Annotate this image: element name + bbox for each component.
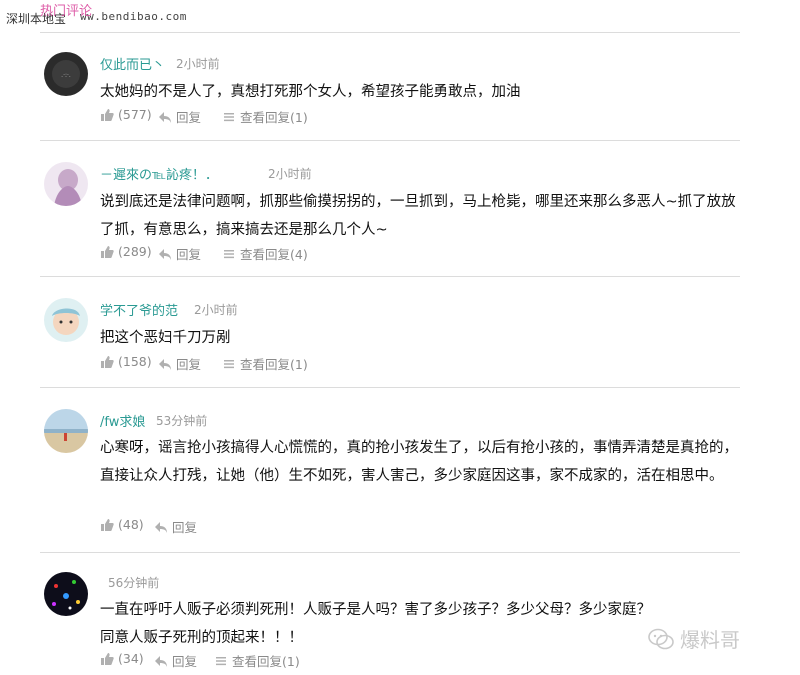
thumbs-up-icon	[101, 108, 114, 121]
comment-time: 2小时前	[268, 167, 312, 181]
like-button[interactable]: (289)	[100, 244, 152, 259]
comment-time: 2小时前	[176, 57, 220, 71]
thumbs-up-icon	[101, 652, 114, 665]
list-icon	[224, 359, 234, 368]
like-button[interactable]: (48)	[100, 517, 144, 532]
like-button[interactable]: (158)	[100, 354, 152, 369]
reply-arrow-icon	[155, 655, 167, 667]
reply-button[interactable]: 回复	[158, 107, 201, 126]
reply-label: 回复	[176, 110, 202, 125]
comment-time: 53分钟前	[156, 414, 208, 428]
avatar[interactable]: .·:·.	[44, 52, 88, 96]
like-button[interactable]: (34)	[100, 651, 144, 666]
view-replies-label: 查看回复(1)	[232, 654, 300, 669]
comment-text: 一直在呼吁人贩子必须判死刑！人贩子是人吗？害了多少孩子？多少父母？多少家庭？同意…	[100, 602, 651, 646]
comment-text: 把这个恶妇千刀万剐	[100, 330, 231, 346]
view-replies-label: 查看回复(1)	[240, 357, 308, 372]
reply-label: 回复	[172, 654, 198, 669]
avatar[interactable]	[44, 162, 88, 206]
reply-arrow-icon	[159, 358, 171, 370]
like-count: (48)	[118, 517, 144, 532]
like-count: (289)	[118, 244, 152, 259]
comment-username[interactable]: －遲來の℡訫疼！．	[100, 164, 218, 183]
avatar[interactable]	[44, 572, 88, 616]
divider	[40, 276, 740, 277]
divider	[40, 387, 740, 388]
thumbs-up-icon	[101, 355, 114, 368]
reply-label: 回复	[176, 357, 202, 372]
comment-username[interactable]: /fw求娘	[100, 411, 145, 430]
divider	[40, 140, 740, 141]
wechat-watermark: 爆料哥	[648, 624, 740, 653]
wechat-icon	[648, 628, 674, 649]
divider	[40, 32, 740, 33]
view-replies-label: 查看回复(4)	[240, 247, 308, 262]
list-icon	[224, 112, 234, 121]
comment-time: 2小时前	[194, 303, 238, 317]
list-icon	[224, 249, 234, 258]
watermark-text: 爆料哥	[680, 628, 740, 652]
view-replies-button[interactable]: 查看回复(1)	[222, 107, 308, 126]
site-url: ww.bendibao.com	[80, 10, 187, 23]
svg-text:.·:·.: .·:·.	[61, 72, 71, 79]
comment-username[interactable]: 仅此而已丶	[100, 54, 165, 73]
list-icon	[216, 656, 226, 665]
thumbs-up-icon	[101, 245, 114, 258]
reply-label: 回复	[176, 247, 202, 262]
view-replies-label: 查看回复(1)	[240, 110, 308, 125]
comment-text: 心寒呀，谣言抢小孩搞得人心慌慌的，真的抢小孩发生了，以后有抢小孩的，事情弄清楚是…	[100, 440, 738, 484]
reply-button[interactable]: 回复	[158, 244, 201, 263]
thumbs-up-icon	[101, 518, 114, 531]
like-button[interactable]: (577)	[100, 107, 152, 122]
page-header: 深圳本地宝 ww.bendibao.com 热门评论	[0, 0, 800, 34]
reply-label: 回复	[172, 520, 198, 535]
comment-username[interactable]: 学不了爷的范	[100, 300, 178, 319]
avatar[interactable]	[44, 298, 88, 342]
comment-text: 说到底还是法律问题啊，抓那些偷摸拐拐的，一旦抓到，马上枪毙，哪里还来那么多恶人~…	[100, 194, 736, 238]
section-stamp: 热门评论	[40, 4, 93, 19]
divider	[40, 552, 740, 553]
view-replies-button[interactable]: 查看回复(4)	[222, 244, 308, 263]
view-replies-button[interactable]: 查看回复(1)	[214, 651, 300, 670]
reply-arrow-icon	[155, 521, 167, 533]
like-count: (577)	[118, 107, 152, 122]
comment-time: 56分钟前	[108, 576, 160, 590]
reply-button[interactable]: 回复	[154, 517, 197, 536]
reply-arrow-icon	[159, 111, 171, 123]
reply-button[interactable]: 回复	[158, 354, 201, 373]
reply-arrow-icon	[159, 248, 171, 260]
reply-button[interactable]: 回复	[154, 651, 197, 670]
comment-text: 太她妈的不是人了，真想打死那个女人，希望孩子能勇敢点，加油	[100, 84, 521, 100]
view-replies-button[interactable]: 查看回复(1)	[222, 354, 308, 373]
like-count: (158)	[118, 354, 152, 369]
avatar[interactable]	[44, 409, 88, 453]
like-count: (34)	[118, 651, 144, 666]
